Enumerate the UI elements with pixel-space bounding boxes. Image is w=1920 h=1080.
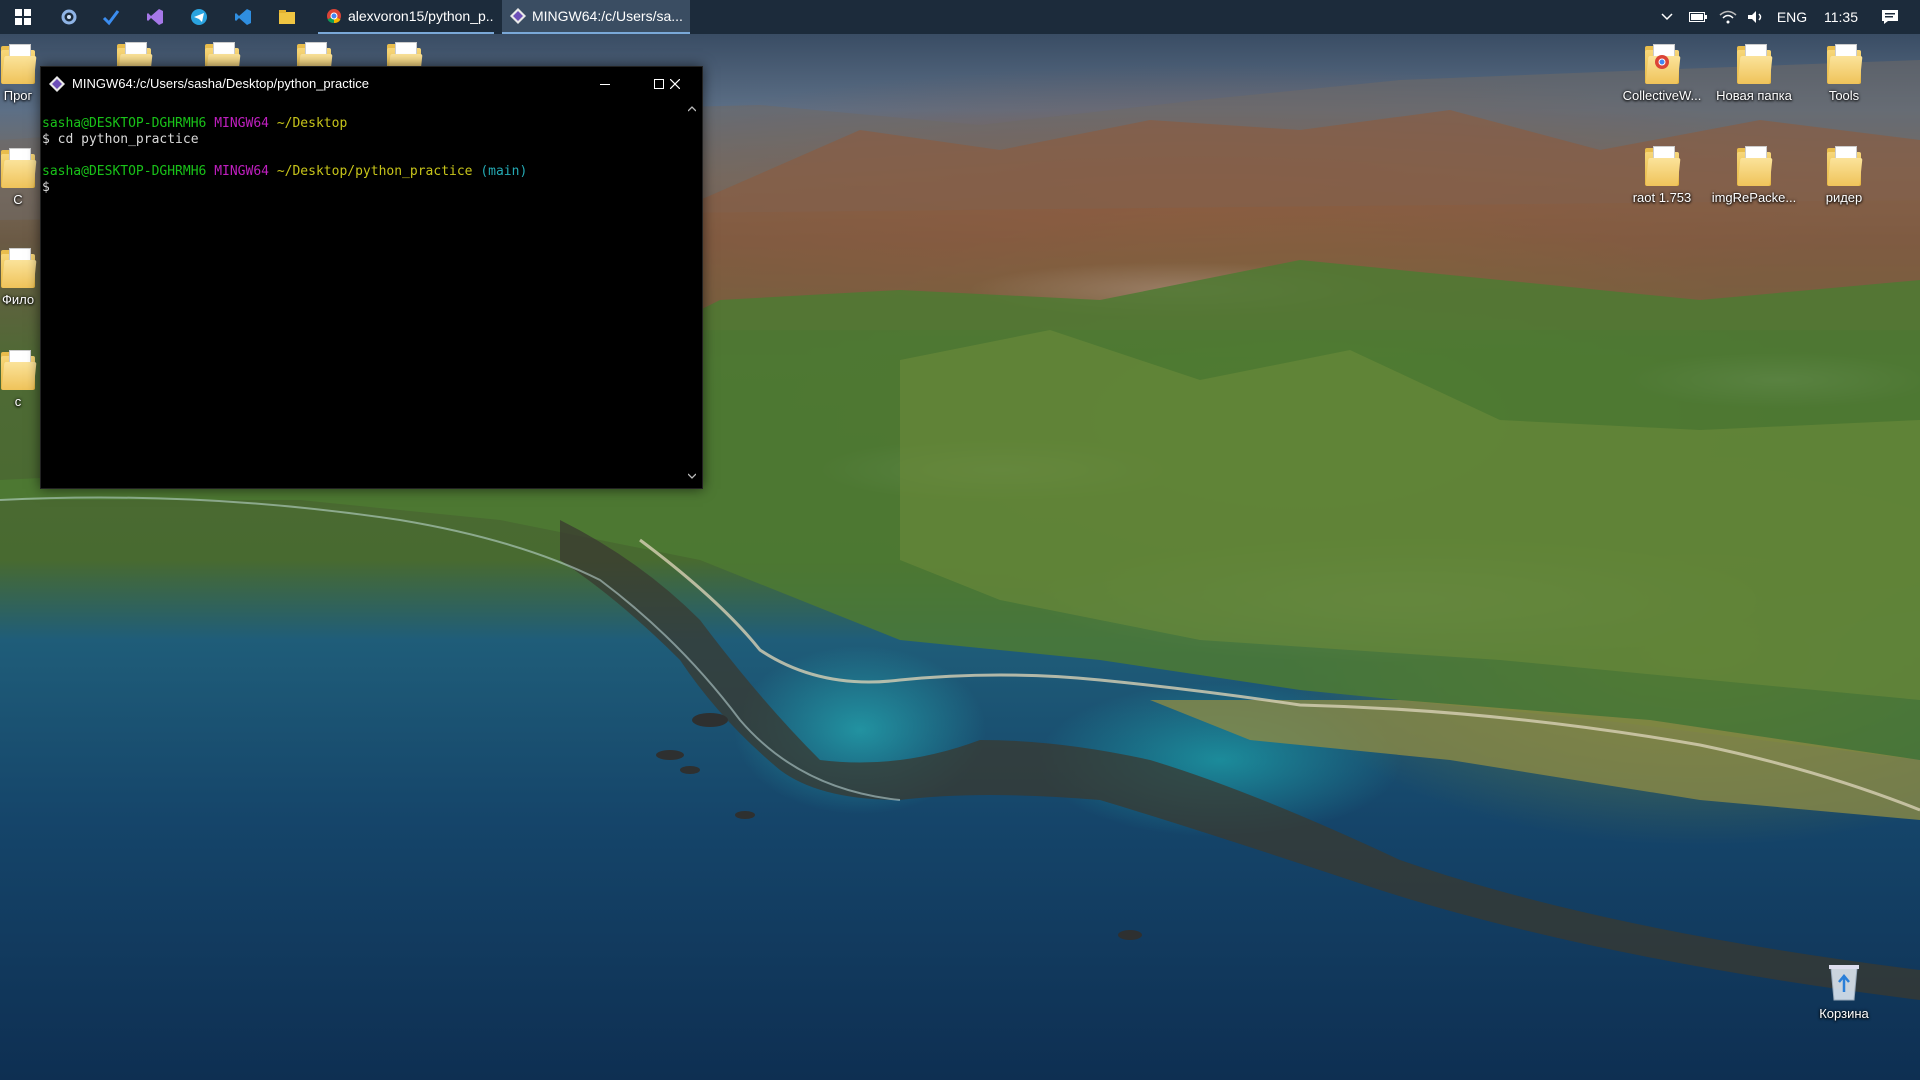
prompt-user: sasha@DESKTOP-DGHRMH6 [42, 116, 207, 131]
recycle-bin-icon [1829, 965, 1859, 1001]
desktop-icon-label: Новая папка [1716, 88, 1792, 103]
taskbar-app-chrome[interactable]: alexvoron15/python_p... [318, 0, 494, 34]
terminal-line: sasha@DESKTOP-DGHRMH6 MINGW64 ~/Desktop/… [42, 164, 682, 180]
close-button[interactable] [648, 67, 702, 100]
prompt-path: ~/Desktop [276, 116, 348, 131]
minimize-icon [600, 83, 610, 85]
taskbar: alexvoron15/python_p... MINGW64:/c/Users… [0, 0, 1920, 34]
desktop-icon-new-folder[interactable]: Новая папка [1708, 44, 1800, 103]
desktop-icon-label: CollectiveW... [1622, 88, 1702, 103]
minimize-button[interactable] [578, 67, 632, 100]
visual-studio-icon [147, 9, 163, 25]
taskbar-app-label: alexvoron15/python_p... [348, 8, 494, 24]
tray-wifi[interactable] [1714, 0, 1742, 34]
action-center-button[interactable] [1870, 0, 1910, 34]
taskbar-pinned-app-1[interactable] [46, 0, 92, 34]
folder-icon [1, 148, 37, 188]
desktop-icon-collectivew[interactable]: CollectiveW... [1616, 44, 1708, 103]
desktop-icon-raot[interactable]: raot 1.753 [1616, 146, 1708, 205]
windows-logo-icon [15, 9, 31, 25]
chevron-down-icon [1661, 13, 1673, 21]
desktop-icon-label: с [14, 394, 22, 409]
notification-icon [1882, 10, 1898, 24]
desktop-icon-label: raot 1.753 [1632, 190, 1692, 205]
desktop-icon-label: Tools [1828, 88, 1860, 103]
terminal-title: MINGW64:/c/Users/sasha/Desktop/python_pr… [72, 76, 369, 91]
git-bash-terminal-window[interactable]: MINGW64:/c/Users/sasha/Desktop/python_pr… [40, 66, 703, 489]
desktop-icon-tools[interactable]: Tools [1798, 44, 1890, 103]
scroll-up-arrow-icon[interactable] [688, 106, 696, 112]
folder-icon [1, 44, 37, 84]
desktop-icon-label: Фило [1, 292, 35, 307]
chrome-icon [327, 9, 341, 24]
folder-icon [1737, 44, 1773, 84]
terminal-prompt-line: $ [42, 180, 50, 195]
desktop-icon-reader[interactable]: ридер [1798, 146, 1890, 205]
prompt-branch: (main) [480, 164, 528, 179]
tray-clock[interactable]: 11:35 [1816, 0, 1866, 34]
terminal-output[interactable]: sasha@DESKTOP-DGHRMH6 MINGW64 ~/Desktop $… [41, 100, 682, 487]
folder-icon [1, 350, 37, 390]
prompt-system: MINGW64 [214, 116, 269, 131]
desktop-icon-label: Прог [3, 88, 33, 103]
folder-icon [1737, 146, 1773, 186]
taskbar-app-label: MINGW64:/c/Users/sa... [532, 8, 683, 24]
wifi-icon [1719, 10, 1737, 24]
terminal-line: $ cd python_practice [42, 132, 199, 147]
tray-battery[interactable] [1684, 0, 1712, 34]
terminal-scrollbar[interactable] [683, 100, 701, 487]
terminal-line: sasha@DESKTOP-DGHRMH6 MINGW64 ~/Desktop [42, 116, 682, 132]
battery-icon [1689, 12, 1707, 22]
desktop-icon-recycle-bin[interactable]: Корзина [1798, 962, 1890, 1021]
chrome-folder-icon [1645, 44, 1681, 84]
taskbar-file-explorer[interactable] [264, 0, 310, 34]
telegram-icon [191, 9, 207, 25]
speaker-icon [1748, 11, 1762, 23]
prompt-system: MINGW64 [214, 164, 269, 179]
taskbar-visual-studio[interactable] [132, 0, 178, 34]
terminal-title-bar[interactable]: MINGW64:/c/Users/sasha/Desktop/python_pr… [41, 67, 702, 100]
prompt-user: sasha@DESKTOP-DGHRMH6 [42, 164, 207, 179]
vscode-icon [235, 9, 251, 25]
tray-language[interactable]: ENG [1772, 0, 1812, 34]
taskbar-todo-app[interactable] [88, 0, 134, 34]
start-button[interactable] [0, 0, 46, 34]
checkmark-icon [102, 10, 120, 26]
folder-icon [1645, 146, 1681, 186]
taskbar-vscode[interactable] [220, 0, 266, 34]
chrome-icon [1655, 55, 1669, 69]
desktop-icon-label: ридер [1825, 190, 1863, 205]
prompt-path: ~/Desktop/python_practice [276, 164, 473, 179]
taskbar-telegram[interactable] [176, 0, 222, 34]
desktop-icon-label: imgRePacke... [1711, 190, 1797, 205]
folder-icon [1827, 146, 1863, 186]
folder-icon [279, 10, 295, 24]
gear-tool-icon [61, 9, 77, 25]
taskbar-app-git-bash[interactable]: MINGW64:/c/Users/sa... [502, 0, 690, 34]
folder-icon [1, 248, 37, 288]
folder-icon [1827, 44, 1863, 84]
close-icon [670, 78, 680, 89]
git-bash-icon [49, 76, 65, 92]
tray-overflow-chevron[interactable] [1656, 0, 1678, 34]
desktop-icon-label: С [13, 192, 23, 207]
tray-volume[interactable] [1742, 0, 1770, 34]
desktop-icon-label: Корзина [1819, 1006, 1869, 1021]
scroll-down-arrow-icon[interactable] [688, 473, 696, 479]
desktop-icon-imgrepacker[interactable]: imgRePacke... [1708, 146, 1800, 205]
git-bash-icon [510, 8, 526, 24]
